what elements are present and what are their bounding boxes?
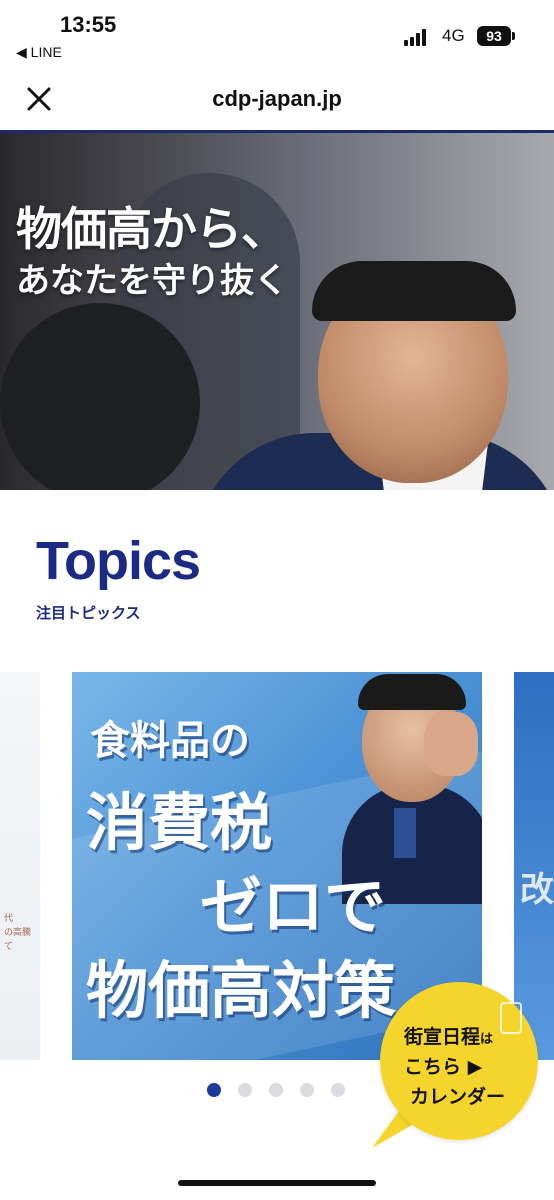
hero-banner[interactable]: 物価高から、 あなたを守り抜く <box>0 133 554 490</box>
calendar-badge-line2: こちら ▶ <box>404 1056 483 1078</box>
cellular-signal-icon <box>404 28 432 46</box>
calendar-badge-line1-suffix: は <box>480 1032 494 1047</box>
slide-person-hair <box>358 674 466 710</box>
calendar-badge-line1: 街宣日程は <box>404 1022 493 1049</box>
calendar-badge-line1-main: 街宣日程 <box>404 1026 481 1048</box>
hero-subheadline: あなたを守り抜く <box>16 261 288 301</box>
calendar-badge-line3: カレンダー <box>410 1086 506 1108</box>
carousel-dot[interactable] <box>269 1083 283 1097</box>
topics-subtitle: 注目トピックス <box>36 604 141 622</box>
home-indicator[interactable] <box>178 1180 376 1186</box>
back-to-app-link[interactable]: ◀ LINE <box>16 44 62 61</box>
browser-header: cdp-japan.jp <box>0 70 554 133</box>
slide-text-line3: ゼロで <box>200 870 387 943</box>
politician-hair <box>312 261 516 321</box>
slide-person-fist <box>424 712 478 776</box>
carousel-dot[interactable] <box>238 1083 252 1097</box>
page-url[interactable]: cdp-japan.jp <box>0 86 554 112</box>
battery-tip <box>512 32 515 40</box>
next-slide-text: 改 <box>520 870 554 910</box>
network-type: 4G <box>442 26 465 45</box>
slide-text-line4: 物価高対策 <box>86 954 397 1027</box>
carousel-dot[interactable] <box>207 1083 221 1097</box>
battery-icon: 93 <box>477 26 511 46</box>
topics-title: Topics <box>36 531 201 591</box>
phone-icon <box>500 1002 522 1034</box>
slide-text-line1: 食料品の <box>90 718 250 764</box>
status-bar: 13:55 ◀ LINE 4G 93 <box>0 0 554 70</box>
carousel-dot[interactable] <box>331 1083 345 1097</box>
previous-slide-text: 代 の高騰 て <box>4 914 32 952</box>
hero-headline: 物価高から、 <box>16 202 287 256</box>
slide-text-line2: 消費税 <box>86 786 273 859</box>
slide-person-tie <box>394 808 416 858</box>
carousel-slide-previous[interactable]: 代 の高騰 て <box>0 672 40 1060</box>
carousel-dot[interactable] <box>300 1083 314 1097</box>
hero-background-shape <box>0 303 200 490</box>
status-time: 13:55 <box>60 12 117 37</box>
